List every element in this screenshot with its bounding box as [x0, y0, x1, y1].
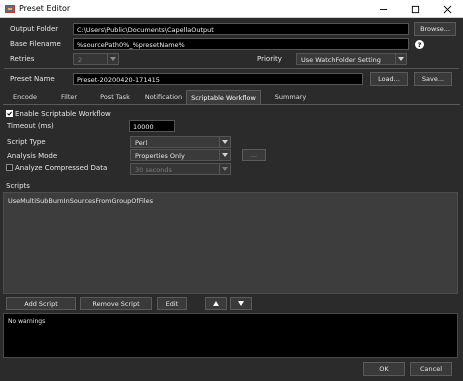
log-output: No warnings — [3, 313, 458, 358]
preset-name-field[interactable]: Preset-20200420-171415 — [73, 73, 363, 85]
base-filename-field[interactable]: %sourcePath0%_%presetName% — [73, 38, 409, 50]
scripts-list[interactable]: UseMultiSubBurnInSourcesFromGroupOfFiles — [3, 192, 458, 294]
maximize-icon — [411, 5, 419, 13]
list-item[interactable]: UseMultiSubBurnInSourcesFromGroupOfFiles — [8, 197, 153, 205]
window-title: Preset Editor — [19, 4, 71, 13]
output-folder-label: Output Folder — [10, 25, 59, 33]
move-down-button[interactable] — [230, 297, 252, 310]
browse-button[interactable]: Browse... — [414, 22, 456, 36]
analysis-mode-select[interactable]: Properties Only — [130, 149, 231, 161]
divider — [4, 68, 459, 69]
scripts-label: Scripts — [6, 182, 30, 190]
retries-value: 2 — [78, 56, 83, 64]
ok-button[interactable]: OK — [363, 362, 405, 376]
priority-value: Use WatchFolder Setting — [301, 56, 381, 64]
analyze-duration-select[interactable]: 30 seconds — [130, 163, 231, 175]
priority-label: Priority — [257, 55, 282, 63]
tab-filter[interactable]: Filter — [52, 90, 86, 104]
retries-label: Retries — [10, 55, 35, 63]
edit-script-label: Edit — [165, 299, 179, 308]
cancel-button[interactable]: Cancel — [410, 362, 452, 376]
help-icon[interactable]: ? — [415, 40, 424, 49]
script-type-label: Script Type — [7, 138, 46, 146]
checkmark-icon — [7, 111, 12, 116]
analyze-compressed-checkbox[interactable] — [6, 164, 13, 171]
load-button[interactable]: Load... — [370, 72, 408, 86]
close-icon — [443, 5, 451, 13]
chevron-down-icon — [395, 54, 406, 64]
maximize-button[interactable] — [399, 0, 431, 18]
base-filename-label: Base Filename — [10, 40, 61, 48]
chevron-down-icon — [219, 164, 230, 174]
tab-scriptable-workflow[interactable]: Scriptable Workflow — [186, 90, 261, 104]
tab-notification[interactable]: Notification — [141, 90, 186, 104]
enable-scriptable-label: Enable Scriptable Workflow — [15, 110, 111, 118]
analyze-duration-value: 30 seconds — [135, 166, 172, 174]
analysis-mode-value: Properties Only — [135, 152, 185, 160]
priority-select[interactable]: Use WatchFolder Setting — [296, 53, 407, 65]
analysis-options-button[interactable]: ... — [242, 149, 266, 161]
script-type-select[interactable]: Perl — [130, 136, 231, 148]
timeout-field[interactable]: 10000 — [129, 120, 175, 132]
chevron-down-icon — [219, 137, 230, 147]
analysis-mode-label: Analysis Mode — [7, 152, 58, 160]
log-message: No warnings — [8, 318, 46, 325]
tab-bar: Encode Filter Post Task Notification Scr… — [0, 90, 463, 104]
enable-scriptable-checkbox[interactable] — [6, 110, 13, 117]
add-script-button[interactable]: Add Script — [6, 297, 76, 310]
script-type-value: Perl — [135, 139, 148, 147]
minimize-icon — [379, 8, 387, 10]
arrow-down-icon — [238, 301, 244, 306]
minimize-button[interactable] — [367, 0, 399, 18]
preset-name-label: Preset Name — [10, 75, 55, 83]
title-bar: Preset Editor — [0, 0, 463, 18]
chevron-down-icon — [219, 150, 230, 160]
close-button[interactable] — [431, 0, 463, 18]
save-button[interactable]: Save... — [414, 72, 452, 86]
tab-encode[interactable]: Encode — [5, 90, 45, 104]
tab-post-task[interactable]: Post Task — [93, 90, 137, 104]
output-folder-field[interactable]: C:\Users\Public\Documents\CapellaOutput — [73, 23, 409, 35]
edit-script-button[interactable]: Edit — [157, 297, 187, 310]
move-up-button[interactable] — [205, 297, 227, 310]
app-icon — [4, 3, 16, 15]
retries-select[interactable]: 2 — [73, 53, 119, 65]
analyze-compressed-label: Analyze Compressed Data — [15, 164, 108, 172]
remove-script-button[interactable]: Remove Script — [80, 297, 152, 310]
chevron-down-icon — [107, 54, 118, 64]
arrow-up-icon — [213, 301, 219, 306]
timeout-label: Timeout (ms) — [7, 122, 54, 130]
tab-summary[interactable]: Summary — [268, 90, 313, 104]
